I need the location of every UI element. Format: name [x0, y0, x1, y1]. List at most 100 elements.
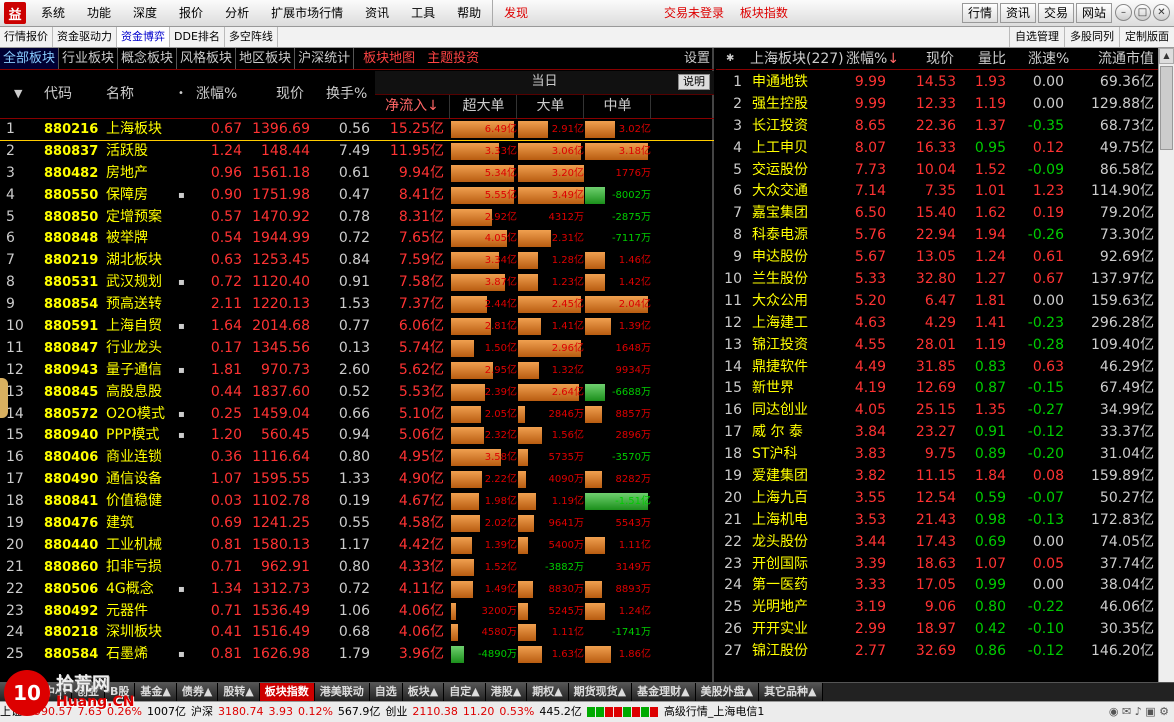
list-item[interactable]: 2 强生控股 9.99 12.33 1.19 0.00 129.88亿 [716, 94, 1158, 116]
table-row[interactable]: 9 880854 预高送转 2.11 1220.13 1.53 7.37亿 2.44亿 2.45… [0, 294, 714, 316]
col-name[interactable]: 名称 [106, 71, 134, 119]
custom-layout-button[interactable]: 定制版面 [1119, 27, 1174, 47]
market-tab[interactable]: 期货现货▲ [568, 683, 633, 701]
sort-arrow-icon[interactable]: ▼ [14, 71, 22, 119]
market-tab[interactable]: 板块指数 [259, 683, 315, 701]
sh-index[interactable]: 2990.57 [27, 702, 73, 722]
table-row[interactable]: 17 880490 通信设备 1.07 1595.55 1.33 4.90亿 2.22亿 409… [0, 469, 714, 491]
menu-analysis[interactable]: 分析 [214, 0, 260, 27]
list-item[interactable]: 11 大众公用 5.20 6.47 1.81 0.00 159.63亿 [716, 291, 1158, 313]
table-row[interactable]: 19 880476 建筑 0.69 1241.25 0.55 4.58亿 2.02亿 9641万… [0, 513, 714, 535]
tab-long-short[interactable]: 多空阵线 [225, 27, 278, 47]
market-tab[interactable]: 中小 [38, 683, 72, 701]
market-tab[interactable]: 港美联动 [314, 683, 370, 701]
tab-dde-rank[interactable]: DDE排名 [170, 27, 225, 47]
table-row[interactable]: 5 880850 定增预案 0.57 1470.92 0.78 8.31亿 2.92亿 4312… [0, 207, 714, 229]
col-r-speed[interactable]: 涨速% [1028, 48, 1069, 70]
table-row[interactable]: 10 880591 上海自贸 ▪ 1.64 2014.68 0.77 6.06亿 2.81亿 1.… [0, 316, 714, 338]
list-item[interactable]: 9 申达股份 5.67 13.05 1.24 0.61 92.69亿 [716, 247, 1158, 269]
table-row[interactable]: 11 880847 行业龙头 0.17 1345.56 0.13 5.74亿 1.50亿 2.9… [0, 338, 714, 360]
tray-icons[interactable]: ◉ ✉ ♪ ▣ ⚙ [1109, 702, 1169, 722]
list-item[interactable]: 27 锦江股份 2.77 32.69 0.86 -0.12 146.20亿 [716, 641, 1158, 663]
news-button[interactable]: 资讯 [999, 3, 1036, 23]
market-tab[interactable]: 自定▲ [444, 683, 486, 701]
col-code[interactable]: 代码 [44, 71, 72, 119]
market-tab[interactable]: 创业 [71, 683, 105, 701]
table-row[interactable]: 6 880848 被举牌 0.54 1944.99 0.72 7.65亿 4.05亿 2.31亿… [0, 228, 714, 250]
tab-style[interactable]: 风格板块 [177, 48, 237, 69]
scroll-up-icon[interactable]: ▲ [1159, 48, 1174, 64]
table-row[interactable]: 21 880860 扣非亏损 0.71 962.91 0.80 4.33亿 1.52亿 -388… [0, 557, 714, 579]
list-item[interactable]: 1 申通地铁 9.99 14.53 1.93 0.00 69.36亿 [716, 72, 1158, 94]
table-row[interactable]: 20 880440 工业机械 0.81 1580.13 1.17 4.42亿 1.39亿 540… [0, 535, 714, 557]
close-icon[interactable]: ✕ [1153, 4, 1170, 21]
table-row[interactable]: 12 880943 量子通信 ▪ 1.81 970.73 2.60 5.62亿 2.95亿 1.3… [0, 360, 714, 382]
list-item[interactable]: 5 交运股份 7.73 10.04 1.52 -0.09 86.58亿 [716, 160, 1158, 182]
vertical-scrollbar[interactable]: ▲ [1158, 48, 1174, 682]
market-tab[interactable]: 港股▲ [485, 683, 528, 701]
tab-fund-driver[interactable]: 资金驱动力 [53, 27, 117, 47]
menu-system[interactable]: 系统 [30, 0, 76, 27]
cy-index[interactable]: 2110.38 [412, 702, 458, 722]
table-row[interactable]: 4 880550 保障房 ▪ 0.90 1751.98 0.47 8.41亿 5.55亿 3.49… [0, 185, 714, 207]
col-large[interactable]: 大单 [518, 95, 584, 119]
market-tab[interactable]: 期权▲ [527, 683, 569, 701]
table-row[interactable]: 1 880216 上海板块 0.67 1396.69 0.56 15.25亿 6.49亿 2.9… [0, 119, 714, 141]
col-r-volratio[interactable]: 量比 [978, 48, 1006, 70]
menu-news[interactable]: 资讯 [354, 0, 400, 27]
tab-industry[interactable]: 行业板块 [59, 48, 119, 69]
multi-stock-button[interactable]: 多股同列 [1064, 27, 1119, 47]
hs-index[interactable]: 3180.74 [218, 702, 264, 722]
data-feed-label[interactable]: 高级行情_上海电信1 [664, 702, 765, 722]
table-row[interactable]: 2 880837 活跃股 1.24 148.44 7.49 11.95亿 3.33亿 3.06亿… [0, 141, 714, 163]
table-row[interactable]: 23 880492 元器件 0.71 1536.49 1.06 4.06亿 3200万 5245… [0, 601, 714, 623]
menu-help[interactable]: 帮助 [446, 0, 492, 27]
col-r-change[interactable]: 涨幅%↓ [846, 48, 899, 70]
table-row[interactable]: 22 880506 4G概念 ▪ 1.34 1312.73 0.72 4.11亿 1.49亿 88… [0, 579, 714, 601]
table-row[interactable]: 8 880531 武汉规划 ▪ 0.72 1120.40 0.91 7.58亿 3.87亿 1.2… [0, 272, 714, 294]
menu-tools[interactable]: 工具 [400, 0, 446, 27]
quote-button[interactable]: 行情 [961, 3, 998, 23]
market-tab[interactable]: 股转▲ [218, 683, 260, 701]
market-tab[interactable]: 板块▲ [402, 683, 445, 701]
col-price[interactable]: 现价 [276, 71, 304, 119]
menu-discover[interactable]: 发现 [492, 0, 539, 27]
col-r-marketcap[interactable]: 流通市值 [1098, 48, 1154, 70]
list-item[interactable]: 19 爱建集团 3.82 11.15 1.84 0.08 159.89亿 [716, 466, 1158, 488]
list-item[interactable]: 4 上工申贝 8.07 16.33 0.95 0.12 49.75亿 [716, 138, 1158, 160]
tab-concept[interactable]: 概念板块 [118, 48, 178, 69]
list-item[interactable]: 13 锦江投资 4.55 28.01 1.19 -0.28 109.40亿 [716, 335, 1158, 357]
list-item[interactable]: 10 兰生股份 5.33 32.80 1.27 0.67 137.97亿 [716, 269, 1158, 291]
explain-button[interactable]: 说明 [678, 74, 710, 90]
tab-quote-list[interactable]: 行情报价 [0, 27, 53, 47]
list-item[interactable]: 15 新世界 4.19 12.69 0.87 -0.15 67.49亿 [716, 378, 1158, 400]
menu-depth[interactable]: 深度 [122, 0, 168, 27]
col-turnover[interactable]: 换手% [326, 71, 367, 119]
col-net-inflow[interactable]: 净流入↓ [375, 95, 450, 119]
constituent-title[interactable]: 上海板块(227) [750, 48, 844, 70]
list-item[interactable]: 8 科泰电源 5.76 22.94 1.94 -0.26 73.30亿 [716, 225, 1158, 247]
market-tab[interactable]: 基金▲ [135, 683, 177, 701]
menu-quote[interactable]: 报价 [168, 0, 214, 27]
menu-extended-market[interactable]: 扩展市场行情 [260, 0, 354, 27]
panel-collapse-handle[interactable] [0, 378, 8, 418]
table-row[interactable]: 25 880584 石墨烯 ▪ 0.81 1626.98 1.79 3.96亿 -4890万 1.… [0, 644, 714, 666]
market-tab[interactable]: 其它品种▲ [759, 683, 823, 701]
list-item[interactable]: 18 ST沪科 3.83 9.75 0.89 -0.20 31.04亿 [716, 444, 1158, 466]
tab-hs-stats[interactable]: 沪深统计 [295, 48, 355, 69]
maximize-icon[interactable]: □ [1134, 4, 1151, 21]
tab-all-sectors[interactable]: 全部板块 [0, 48, 60, 69]
list-item[interactable]: 20 上海九百 3.55 12.54 0.59 -0.07 50.27亿 [716, 488, 1158, 510]
menu-function[interactable]: 功能 [76, 0, 122, 27]
col-r-price[interactable]: 现价 [926, 48, 954, 70]
market-tab[interactable]: A股▲ [0, 683, 39, 701]
table-row[interactable]: 3 880482 房地产 0.96 1561.18 0.61 9.94亿 5.34亿 3.20亿… [0, 163, 714, 185]
list-item[interactable]: 14 鼎捷软件 4.49 31.85 0.83 0.63 46.29亿 [716, 357, 1158, 379]
table-row[interactable]: 24 880218 深圳板块 0.41 1516.49 0.68 4.06亿 4580万 1.1… [0, 622, 714, 644]
market-tab[interactable]: 基金理财▲ [632, 683, 696, 701]
table-row[interactable]: 16 880406 商业连锁 0.36 1116.64 0.80 4.95亿 3.58亿 573… [0, 447, 714, 469]
table-row[interactable]: 14 880572 O2O模式 ▪ 0.25 1459.04 0.66 5.10亿 2.05亿 2… [0, 404, 714, 426]
pin-icon[interactable]: ✱ [726, 48, 734, 70]
list-item[interactable]: 26 开开实业 2.99 18.97 0.42 -0.10 30.35亿 [716, 619, 1158, 641]
col-change[interactable]: 涨幅% [196, 71, 237, 119]
